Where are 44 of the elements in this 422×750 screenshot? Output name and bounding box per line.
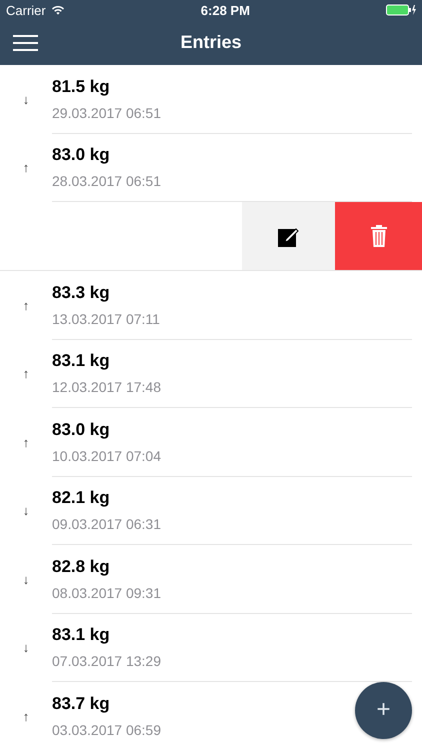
menu-icon[interactable] — [13, 35, 38, 51]
entry-date: 08.03.2017 09:31 — [52, 584, 161, 601]
edit-button[interactable] — [242, 202, 335, 270]
screen-title: Entries — [180, 32, 242, 53]
trend-arrow: ↑ — [22, 434, 30, 452]
wifi-icon — [50, 5, 65, 15]
entry-date: 29.03.2017 06:51 — [52, 104, 161, 121]
weight-value: 83.7 kg — [52, 694, 110, 714]
trash-icon — [370, 225, 386, 247]
trend-arrow: ↑ — [22, 708, 30, 726]
entry-row[interactable]: ↑ 83.3 kg 13.03.2017 07:11 — [0, 271, 422, 340]
entry-date: 13.03.2017 07:11 — [52, 310, 160, 327]
weight-value: 81.5 kg — [52, 76, 110, 97]
trend-arrow: ↑ — [22, 365, 30, 384]
entry-row[interactable]: ↑ 83.1 kg 12.03.2017 17:48 — [0, 340, 422, 408]
weight-value: 83.0 kg — [52, 420, 110, 440]
trend-arrow: ↓ — [22, 570, 30, 589]
battery-icon — [386, 4, 416, 16]
trend-arrow: ↑ — [22, 159, 30, 178]
weight-value: 82.8 kg — [52, 556, 110, 577]
clock-time: 6:28 PM — [200, 2, 250, 18]
weight-value: 83.3 kg — [52, 282, 110, 303]
entry-date: 10.03.2017 07:04 — [52, 448, 161, 464]
trend-arrow: ↓ — [22, 90, 30, 109]
weight-value: 82.1 kg — [52, 488, 110, 508]
entry-row[interactable]: ↑ 83.0 kg 10.03.2017 07:04 — [0, 408, 422, 476]
entry-date: 07.03.2017 13:29 — [52, 653, 161, 670]
weight-value: 83.0 kg — [52, 145, 110, 166]
entry-row[interactable]: ↓ 82.1 kg 09.03.2017 06:31 — [0, 476, 422, 545]
weight-value: 83.1 kg — [52, 351, 110, 372]
trend-arrow: ↓ — [22, 502, 30, 520]
carrier-name: Carrier — [6, 2, 46, 18]
trend-arrow: ↓ — [22, 639, 30, 658]
entry-date: 28.03.2017 06:51 — [52, 173, 161, 190]
add-button[interactable]: + — [355, 682, 412, 739]
entry-date: 09.03.2017 06:31 — [52, 516, 161, 532]
weight-value: 83.1 kg — [52, 625, 110, 646]
entry-date: 12.03.2017 17:48 — [52, 379, 161, 396]
entry-row[interactable]: ↓ 82.8 kg 08.03.2017 09:31 — [0, 545, 422, 614]
entry-date: 03.03.2017 06:59 — [52, 722, 161, 738]
entry-row[interactable]: ↓ 81.5 kg 29.03.2017 06:51 — [0, 65, 422, 134]
entry-row[interactable]: ↓ 83.1 kg 07.03.2017 13:29 — [0, 614, 422, 682]
trend-arrow: ↑ — [22, 296, 30, 315]
delete-button[interactable] — [335, 202, 422, 270]
